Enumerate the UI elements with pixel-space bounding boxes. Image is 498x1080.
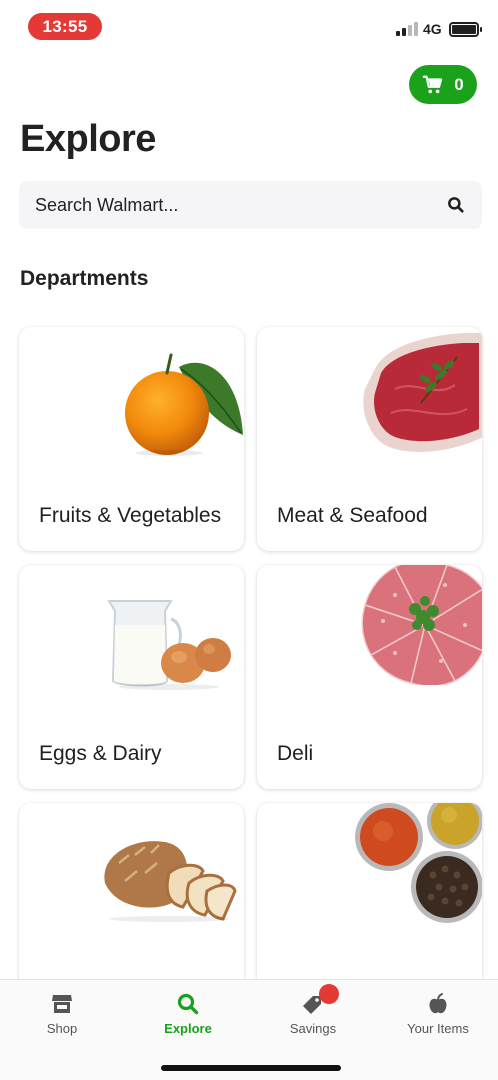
milk-eggs-image — [107, 600, 231, 690]
spices-image — [355, 803, 482, 923]
tab-label: Your Items — [407, 1021, 469, 1036]
page-title: Explore — [20, 118, 156, 160]
department-card-meat-seafood[interactable]: Meat & Seafood — [257, 327, 482, 551]
signal-strength-icon — [396, 22, 418, 36]
orange-image — [125, 353, 243, 456]
status-time: 13:55 — [28, 13, 102, 40]
apple-icon — [429, 993, 447, 1014]
department-label: Deli — [277, 742, 314, 765]
tab-shop[interactable]: Shop — [0, 980, 124, 1050]
tab-label: Shop — [46, 1021, 78, 1036]
search-bar[interactable] — [19, 181, 482, 229]
cart-icon — [422, 75, 443, 93]
search-input[interactable] — [35, 194, 446, 216]
bread-image — [104, 841, 237, 922]
battery-icon — [449, 22, 482, 37]
cart-button[interactable]: 0 — [409, 65, 477, 104]
network-type: 4G — [423, 21, 442, 37]
search-icon — [177, 993, 199, 1015]
department-card-eggs-dairy[interactable]: Eggs & Dairy — [19, 565, 244, 789]
department-card-deli[interactable]: Deli — [257, 565, 482, 789]
department-card-fruits-vegetables[interactable]: Fruits & Vegetables — [19, 327, 244, 551]
department-label: Eggs & Dairy — [39, 742, 162, 765]
department-label: Fruits & Vegetables — [39, 504, 222, 527]
department-label: Meat & Seafood — [277, 504, 428, 527]
salami-image — [361, 565, 482, 685]
tag-icon — [301, 984, 339, 1016]
tab-explore[interactable]: Explore — [126, 980, 250, 1050]
tab-label: Savings — [289, 1021, 337, 1036]
search-icon[interactable] — [446, 195, 466, 215]
store-icon — [52, 995, 72, 1013]
tab-label: Explore — [164, 1021, 212, 1036]
home-indicator[interactable] — [161, 1065, 341, 1071]
tab-your-items[interactable]: Your Items — [376, 980, 498, 1050]
steak-image — [363, 333, 482, 452]
status-bar: 13:55 4G — [0, 0, 498, 52]
departments-heading: Departments — [20, 267, 149, 290]
notification-badge — [319, 984, 339, 1004]
tab-savings[interactable]: Savings — [251, 980, 375, 1050]
cart-count: 0 — [454, 74, 464, 94]
